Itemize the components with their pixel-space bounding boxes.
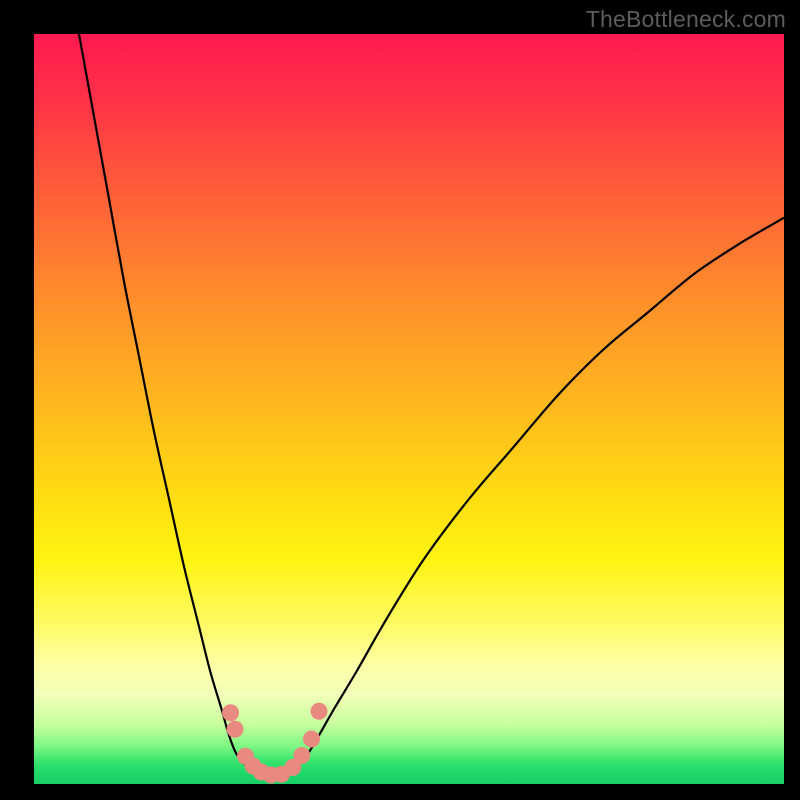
chart-frame: TheBottleneck.com [0,0,800,800]
data-marker [293,747,310,764]
data-marker [227,721,244,738]
chart-svg [34,34,784,784]
data-marker [303,731,320,748]
marker-group [222,703,328,784]
data-marker [222,704,239,721]
curve-right-branch [297,218,785,768]
watermark-text: TheBottleneck.com [586,6,786,33]
data-marker [311,703,328,720]
curve-left-branch [79,34,248,768]
plot-area [34,34,784,784]
